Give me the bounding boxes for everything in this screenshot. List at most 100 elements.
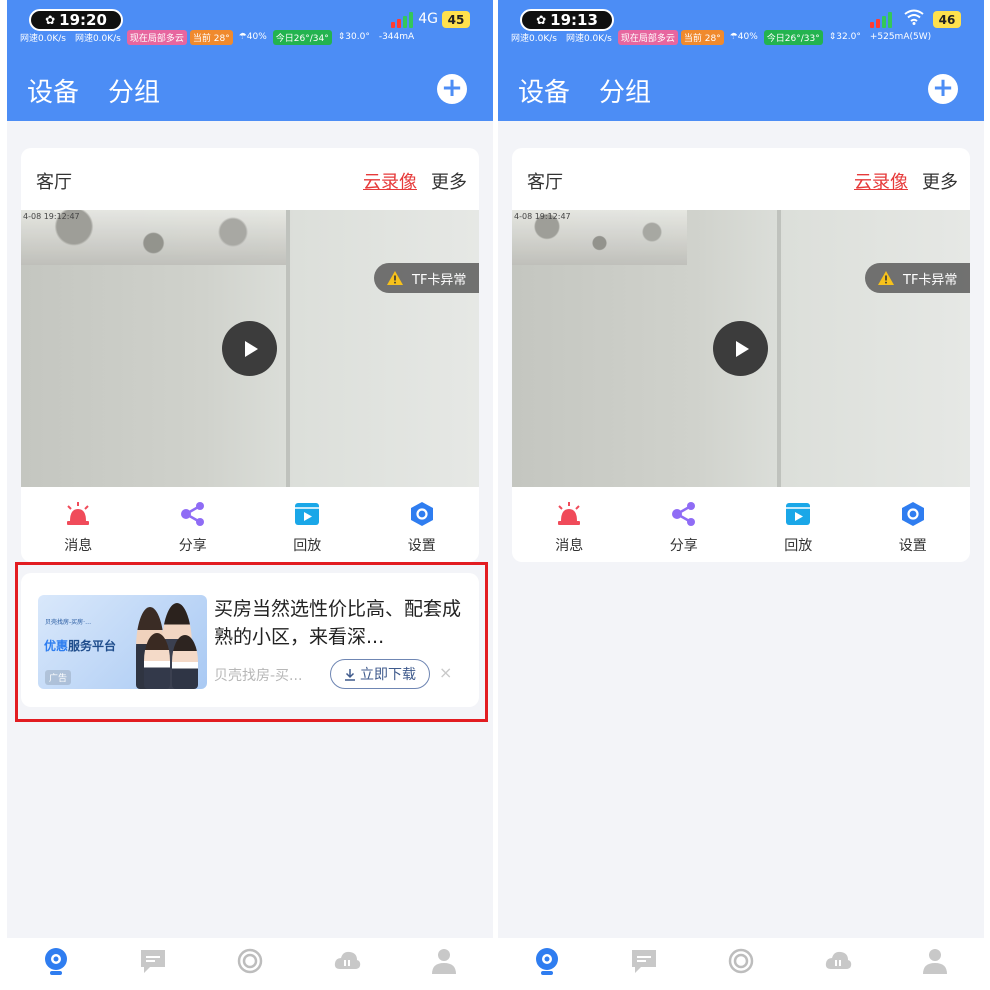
huawei-logo-icon: ✿	[45, 13, 56, 27]
play-button[interactable]	[222, 321, 277, 376]
status-tag: 网速0.0K/s	[511, 33, 557, 44]
huawei-logo-icon: ✿	[536, 13, 547, 27]
action-settings[interactable]: 设置	[365, 487, 480, 562]
header-bar: ✿ 19:20 4G 45 网速0.0K/s 网速0.0K/s 现在局部多云 当…	[7, 0, 493, 121]
warning-icon	[878, 271, 894, 285]
action-share[interactable]: 分享	[627, 487, 742, 562]
left-phone-screen: ✿ 19:20 4G 45 网速0.0K/s 网速0.0K/s 现在局部多云 当…	[7, 0, 493, 990]
action-message-label: 消息	[64, 538, 93, 554]
alarm-light-icon	[558, 502, 581, 525]
tf-card-status-badge[interactable]: TF卡异常	[865, 263, 970, 293]
add-device-button[interactable]: +	[437, 74, 467, 104]
device-card: 客厅 云录像 更多 4-08 19:12:47 TF卡异常 消息 分享 回放 设…	[21, 148, 479, 562]
tab-cloud[interactable]	[790, 938, 887, 990]
playback-icon	[786, 503, 811, 525]
share-icon	[671, 502, 695, 526]
tab-groups[interactable]: 分组	[599, 72, 651, 109]
action-message[interactable]: 消息	[512, 487, 627, 562]
signal-icon	[391, 12, 413, 28]
video-preview[interactable]: 4-08 19:12:47 TF卡异常	[512, 210, 970, 487]
cloud-record-link[interactable]: 云录像	[363, 168, 417, 194]
status-tag-rain: ☂40%	[238, 32, 267, 42]
device-card: 客厅 云录像 更多 4-08 19:12:47 TF卡异常 消息 分享 回放 设…	[512, 148, 970, 562]
action-playback[interactable]: 回放	[250, 487, 365, 562]
video-frame-detail	[286, 210, 290, 487]
tf-card-status-text: TF卡异常	[903, 272, 958, 288]
tab-discover[interactable]	[201, 938, 298, 990]
cloud-record-link[interactable]: 云录像	[854, 168, 908, 194]
tab-devices[interactable]: 设备	[27, 72, 79, 109]
status-tag-range: 今日26°/33°	[763, 29, 823, 45]
more-link[interactable]: 更多	[922, 168, 958, 194]
status-tag-range: 今日26°/34°	[272, 29, 332, 45]
video-frame-detail	[777, 210, 781, 487]
camera-tab-icon	[535, 948, 558, 975]
status-tag-temp: 当前 28°	[189, 29, 233, 45]
status-tag-battemp: ⇕32.0°	[828, 32, 861, 42]
warning-icon	[387, 271, 403, 285]
status-tag-rain: ☂40%	[729, 32, 758, 42]
battery-indicator: 46	[933, 11, 961, 28]
status-info-row: 网速0.0K/s 网速0.0K/s 现在局部多云 当前 28° ☂40% 今日2…	[508, 29, 984, 45]
add-icon: +	[932, 73, 954, 103]
camera-tab-icon	[44, 948, 67, 975]
tab-camera[interactable]	[498, 938, 595, 990]
add-device-button[interactable]: +	[928, 74, 958, 104]
alarm-light-icon	[67, 502, 90, 525]
tab-cloud[interactable]	[299, 938, 396, 990]
message-tab-icon	[631, 950, 656, 973]
action-settings-label: 设置	[407, 538, 436, 554]
action-share-label: 分享	[178, 538, 207, 554]
tab-camera[interactable]	[7, 938, 104, 990]
status-time: 19:13	[550, 11, 598, 29]
circle-tab-icon	[237, 948, 263, 974]
tf-card-status-text: TF卡异常	[412, 272, 467, 288]
action-playback-label: 回放	[784, 538, 813, 554]
action-share[interactable]: 分享	[136, 487, 251, 562]
playback-icon	[295, 503, 320, 525]
action-message[interactable]: 消息	[21, 487, 136, 562]
status-info-row: 网速0.0K/s 网速0.0K/s 现在局部多云 当前 28° ☂40% 今日2…	[17, 29, 493, 45]
tab-profile[interactable]	[396, 938, 493, 990]
tab-profile[interactable]	[887, 938, 984, 990]
tab-messages[interactable]	[104, 938, 201, 990]
tab-messages[interactable]	[595, 938, 692, 990]
message-tab-icon	[140, 950, 165, 973]
tab-devices[interactable]: 设备	[518, 72, 570, 109]
tf-card-status-badge[interactable]: TF卡异常	[374, 263, 479, 293]
network-type: 4G	[418, 11, 438, 27]
action-message-label: 消息	[555, 538, 584, 554]
more-link[interactable]: 更多	[431, 168, 467, 194]
play-icon	[735, 340, 749, 357]
share-icon	[180, 502, 204, 526]
bottom-tab-bar	[7, 938, 493, 990]
device-actions: 消息 分享 回放 设置	[512, 487, 970, 562]
status-time: 19:20	[59, 11, 107, 29]
status-tag: 网速0.0K/s	[20, 33, 66, 44]
signal-icon	[870, 12, 892, 28]
video-preview[interactable]: 4-08 19:12:47 TF卡异常	[21, 210, 479, 487]
tab-groups[interactable]: 分组	[108, 72, 160, 109]
action-settings[interactable]: 设置	[856, 487, 971, 562]
status-tag-temp: 当前 28°	[680, 29, 724, 45]
ad-highlight-box	[15, 562, 488, 722]
person-tab-icon	[923, 949, 948, 974]
action-share-label: 分享	[669, 538, 698, 554]
status-tag-battemp: ⇕30.0°	[337, 32, 370, 42]
action-playback[interactable]: 回放	[741, 487, 856, 562]
circle-tab-icon	[728, 948, 754, 974]
wifi-icon	[904, 9, 924, 29]
video-timestamp: 4-08 19:12:47	[514, 212, 571, 221]
settings-hexagon-icon	[901, 502, 924, 526]
cloud-tab-icon	[335, 951, 361, 969]
play-icon	[244, 340, 258, 357]
settings-hexagon-icon	[410, 502, 433, 526]
status-time-pill: ✿ 19:20	[29, 9, 123, 31]
tab-discover[interactable]	[692, 938, 789, 990]
person-tab-icon	[432, 949, 457, 974]
action-playback-label: 回放	[293, 538, 322, 554]
header-bar: ✿ 19:13 46 网速0.0K/s 网速0.0K/s 现在局部多云 当前 2…	[498, 0, 984, 121]
status-tag-weather: 现在局部多云	[617, 29, 678, 45]
device-name: 客厅	[527, 172, 563, 193]
play-button[interactable]	[713, 321, 768, 376]
